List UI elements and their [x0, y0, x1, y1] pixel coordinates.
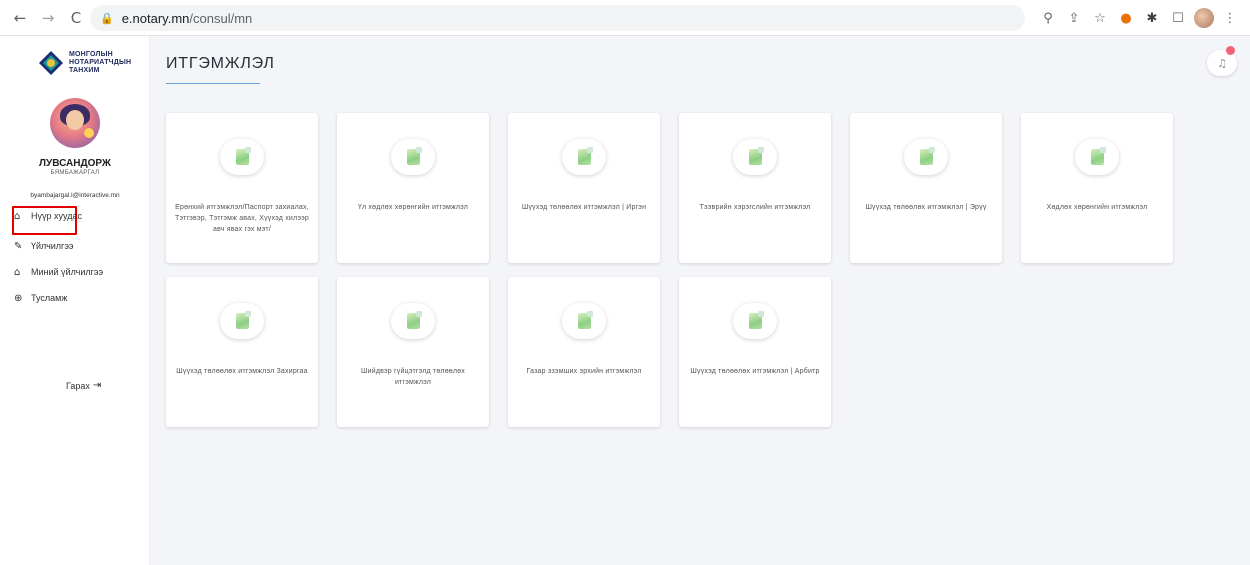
power-of-attorney-card[interactable]: Шүүхэд төлөөлөх итгэмжлэл | Эрүү	[850, 113, 1002, 263]
power-of-attorney-card[interactable]: Үл хөдлөх хөрөнгийн итгэмжлэл	[337, 113, 489, 263]
power-of-attorney-card[interactable]: Ерөнхий итгэмжлэл/Паспорт захиалах, Тэтг…	[166, 113, 318, 263]
card-title: Шүүхэд төлөөлөх итгэмжлэл | Иргэн	[521, 204, 647, 211]
card-title: Ерөнхий итгэмжлэл/Паспорт захиалах, Тэтг…	[175, 204, 309, 233]
power-of-attorney-card[interactable]: Шүүхэд төлөөлөх итгэмжлэл | Арбитр	[679, 277, 831, 427]
title-underline	[166, 83, 260, 84]
logout-icon: ⇥	[92, 380, 102, 391]
document-icon	[391, 303, 435, 339]
bookmark-star-icon[interactable]: ☆	[1088, 6, 1112, 30]
extensions-puzzle-icon[interactable]: ✱	[1140, 6, 1164, 30]
avatar-flower	[84, 128, 94, 138]
url-path: /consul/mn	[189, 10, 253, 26]
card-title: Үл хөдлөх хөрөнгийн итгэмжлэл	[357, 204, 469, 211]
power-of-attorney-card[interactable]: Хөдлөх хөрөнгийн итгэмжлэл	[1021, 113, 1173, 263]
address-bar[interactable]: 🔒 e.notary.mn/consul/mn	[90, 5, 1025, 31]
profile-picture	[1194, 8, 1214, 28]
power-of-attorney-card[interactable]: Шүүхэд төлөөлөх итгэмжлэл | Иргэн	[508, 113, 660, 263]
reload-icon[interactable]: C	[64, 6, 88, 30]
power-of-attorney-card[interactable]: Шийдвэр гүйцэтгэлд төлөөлөх итгэмжлэл	[337, 277, 489, 427]
side-panel-icon[interactable]: ☐	[1166, 6, 1190, 30]
sidebar-item-services[interactable]: ✎ Үйлчилгээ	[14, 239, 74, 253]
logo-emblem-icon	[38, 50, 64, 76]
notification-badge	[1226, 46, 1235, 55]
profile-avatar[interactable]	[1192, 6, 1216, 30]
kebab-menu-icon[interactable]: ⋮	[1218, 6, 1242, 30]
user-name: ЛУВСАНДОРЖ	[39, 158, 111, 169]
browser-actions: ⚲ ⇪ ☆ ● ✱ ☐ ⋮	[1036, 6, 1242, 30]
document-icon	[220, 139, 264, 175]
sidebar-item-my-services[interactable]: ⌂ Миний үйлчилгээ	[14, 265, 103, 279]
logo-line-1: МОНГОЛЫН	[69, 51, 113, 58]
logo-text: МОНГОЛЫН НОТАРИАТЧДЫН ТАНХИМ	[69, 51, 131, 75]
extension-icon[interactable]: ●	[1114, 6, 1138, 30]
power-of-attorney-card[interactable]: Шүүхэд төлөөлөх итгэмжлэл Захиргаа	[166, 277, 318, 427]
highlight-box	[12, 206, 77, 235]
back-arrow-icon[interactable]: ←	[8, 6, 32, 30]
document-icon	[220, 303, 264, 339]
sidebar-item-label: Миний үйлчилгээ	[31, 267, 104, 277]
page-title: ИТГЭМЖЛЭЛ	[166, 55, 275, 72]
user-given-name: БЯМБАЖАРГАЛ	[50, 170, 100, 176]
zoom-icon[interactable]: ⚲	[1036, 6, 1060, 30]
sidebar-item-label: Тусламж	[31, 293, 68, 303]
logout-button[interactable]: Гарах ⇥	[66, 380, 101, 391]
home-icon: ⌂	[14, 266, 21, 278]
sidebar-item-help[interactable]: ⊕ Тусламж	[14, 291, 67, 305]
share-icon[interactable]: ⇪	[1062, 6, 1086, 30]
url-host: e.notary.mn	[121, 10, 190, 26]
user-email: byambajargal.l@interactive.mn	[30, 192, 120, 199]
card-title: Шүүхэд төлөөлөх итгэмжлэл | Эрүү	[865, 204, 987, 211]
document-icon	[733, 139, 777, 175]
lock-icon: 🔒	[100, 11, 114, 25]
card-title: Шийдвэр гүйцэтгэлд төлөөлөх итгэмжлэл	[361, 368, 465, 386]
notary-logo[interactable]: МОНГОЛЫН НОТАРИАТЧДЫН ТАНХИМ	[38, 50, 131, 76]
document-icon	[391, 139, 435, 175]
logout-label: Гарах	[66, 380, 90, 391]
user-avatar[interactable]	[50, 98, 100, 148]
sidebar: МОНГОЛЫН НОТАРИАТЧДЫН ТАНХИМ ЛУВСАНДОРЖ …	[0, 36, 150, 565]
power-of-attorney-card[interactable]: Газар эзэмших эрхийн итгэмжлэл	[508, 277, 660, 427]
card-title: Тээврийн хэрэгслийн итгэмжлэл	[699, 204, 811, 211]
document-icon	[904, 139, 948, 175]
avatar-face	[66, 110, 84, 130]
card-title: Газар эзэмших эрхийн итгэмжлэл	[526, 368, 642, 375]
document-icon	[1075, 139, 1119, 175]
lifebuoy-icon: ⊕	[14, 292, 23, 304]
document-icon	[733, 303, 777, 339]
logo-line-2: НОТАРИАТЧДЫН	[69, 59, 132, 66]
sidebar-item-label: Үйлчилгээ	[31, 241, 74, 251]
card-title: Хөдлөх хөрөнгийн итгэмжлэл	[1046, 204, 1148, 211]
pencil-icon: ✎	[14, 240, 23, 252]
browser-toolbar: ← → C 🔒 e.notary.mn/consul/mn ⚲ ⇪ ☆ ● ✱ …	[0, 0, 1250, 36]
document-icon	[562, 303, 606, 339]
document-icon	[562, 139, 606, 175]
logo-line-3: ТАНХИМ	[69, 67, 100, 74]
power-of-attorney-card[interactable]: Тээврийн хэрэгслийн итгэмжлэл	[679, 113, 831, 263]
forward-arrow-icon[interactable]: →	[36, 6, 60, 30]
card-title: Шүүхэд төлөөлөх итгэмжлэл Захиргаа	[176, 368, 308, 375]
card-title: Шүүхэд төлөөлөх итгэмжлэл | Арбитр	[690, 368, 820, 375]
